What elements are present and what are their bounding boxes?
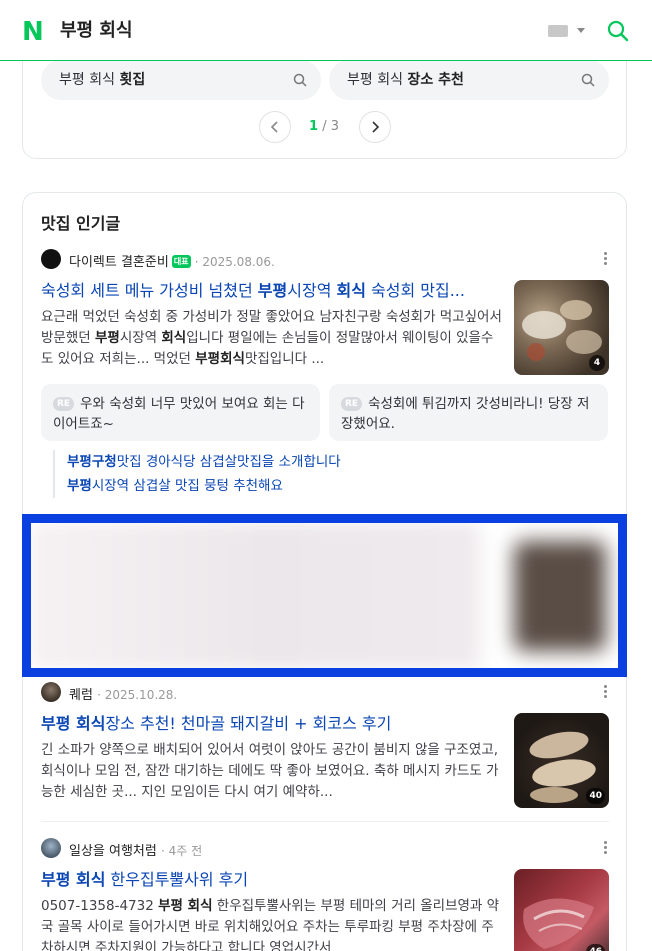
post-thumbnail[interactable]: 4 [514, 280, 609, 375]
related-search-chip[interactable]: 부평 회식 횟집 [41, 60, 321, 100]
more-options-icon[interactable] [604, 841, 608, 855]
comment-preview[interactable]: RE 숙성회에 튀김까지 갓성비라니! 당장 저장했어요. [329, 384, 608, 441]
prev-page-button[interactable] [259, 111, 291, 143]
highlighted-blurred-post[interactable] [22, 514, 627, 677]
title-highlight: 부평 [257, 281, 288, 300]
pagination: 1 / 3 [23, 111, 626, 145]
title-text: 한우집투뿔사위 후기 [105, 870, 249, 889]
chevron-left-icon [270, 121, 278, 133]
more-options-icon[interactable] [604, 252, 608, 266]
post-title-link[interactable]: 숙성회 세트 메뉴 가성비 넘쳤던 부평시장역 회식 숙성회 맛집... [41, 280, 501, 302]
divider [41, 821, 609, 822]
post-snippet[interactable]: 긴 소파가 양쪽으로 배치되어 있어서 여럿이 앉아도 공간이 붐비지 않을 구… [41, 740, 503, 803]
author-name: 일상을 여행처럼 [69, 844, 157, 859]
chevron-right-icon [372, 121, 380, 133]
total-pages: / 3 [322, 119, 339, 134]
search-query-text[interactable]: 부평 회식 [60, 19, 133, 43]
related-highlight: 부평 [67, 478, 92, 494]
snippet-highlight: 회식 [161, 330, 187, 346]
title-highlight: 회식 [336, 281, 366, 300]
post-snippet[interactable]: 0507-1358-4732 부평 회식 한우집투뿔사위는 부평 테마의 거리 … [41, 896, 503, 951]
comment-preview[interactable]: RE 우와 숙성회 너무 맛있어 보여요 회는 다이어트죠~ [41, 384, 320, 441]
author-name: 퀘럼 [69, 688, 93, 703]
post-thumbnail[interactable]: 46 [514, 869, 609, 951]
author-name: 다이렉트 결혼준비 [69, 255, 169, 270]
photo-count: 46 [586, 944, 605, 951]
post-date: 4주 전 [168, 844, 203, 858]
related-text: 맛집 경아식당 삼겹살맛집을 소개합니다 [116, 454, 341, 470]
search-icon [581, 73, 595, 87]
snippet-highlight: 부평 회식 [158, 898, 213, 914]
related-text: 시장역 삼겹살 맛집 뭉텅 추천해요 [91, 478, 283, 494]
blurred-thumbnail [514, 541, 606, 651]
related-search-chip[interactable]: 부평 회식 장소 추천 [329, 60, 609, 100]
post-date: 2025.08.06. [202, 255, 275, 269]
search-icon[interactable] [606, 19, 630, 43]
title-text: 장소 추천! 천마골 돼지갈비 + 회코스 후기 [105, 714, 392, 733]
chevron-down-icon[interactable] [577, 28, 585, 33]
photo-count: 4 [589, 355, 605, 371]
next-page-button[interactable] [359, 111, 391, 143]
official-badge: 대표 [171, 255, 191, 268]
avatar [41, 682, 61, 702]
title-text: 숙성회 세트 메뉴 가성비 넘쳤던 [41, 281, 258, 300]
title-highlight: 부평 회식 [41, 870, 106, 889]
related-post-link[interactable]: 부평시장역 삼겹살 맛집 뭉텅 추천해요 [53, 474, 283, 498]
photo-count: 40 [586, 788, 605, 804]
title-text: 시장역 [287, 281, 337, 300]
food-photo [523, 898, 594, 949]
title-highlight: 부평 회식 [41, 714, 106, 733]
comment-text: 우와 숙성회 너무 맛있어 보여요 회는 다이어트죠~ [53, 396, 305, 432]
naver-logo[interactable]: N [22, 19, 46, 45]
post-thumbnail[interactable]: 40 [514, 713, 609, 808]
avatar [41, 249, 61, 269]
snippet-highlight: 부평회식 [195, 351, 245, 367]
related-highlight: 부평구청 [67, 454, 117, 470]
chip-prefix: 부평 회식 [347, 72, 403, 88]
snippet-text: 0507-1358-4732 [41, 898, 159, 914]
search-icon [293, 73, 307, 87]
post-snippet[interactable]: 요근래 먹었던 숙성회 중 가성비가 정말 좋았어요 남자친구랑 숙성회가 먹고… [41, 307, 503, 370]
post-title-link[interactable]: 부평 회식장소 추천! 천마골 돼지갈비 + 회코스 후기 [41, 713, 501, 735]
snippet-text: 시장역 [119, 330, 162, 346]
chip-keyword: 장소 추천 [407, 72, 464, 88]
avatar [41, 838, 61, 858]
post-title-link[interactable]: 부평 회식 한우집투뿔사위 후기 [41, 869, 501, 891]
keyboard-icon[interactable] [548, 25, 568, 37]
section-title: 맛집 인기글 [41, 214, 121, 233]
chip-prefix: 부평 회식 [59, 72, 115, 88]
more-options-icon[interactable] [604, 685, 608, 699]
reply-tag: RE [53, 397, 75, 411]
related-post-link[interactable]: 부평구청맛집 경아식당 삼겹살맛집을 소개합니다 [53, 450, 341, 474]
comment-text: 숙성회에 튀김까지 갓성비라니! 당장 저장했어요. [341, 396, 590, 432]
search-header: N 부평 회식 [0, 0, 652, 61]
title-text: 숙성회 맛집... [365, 281, 465, 300]
chip-keyword: 횟집 [119, 72, 146, 88]
page-indicator: 1 / 3 [309, 119, 339, 134]
snippet-text: 맛집입니다 ... [244, 351, 325, 367]
post-date: 2025.10.28. [104, 688, 178, 702]
current-page: 1 [309, 119, 319, 134]
reply-tag: RE [341, 397, 363, 411]
snippet-highlight: 부평 [94, 330, 120, 346]
